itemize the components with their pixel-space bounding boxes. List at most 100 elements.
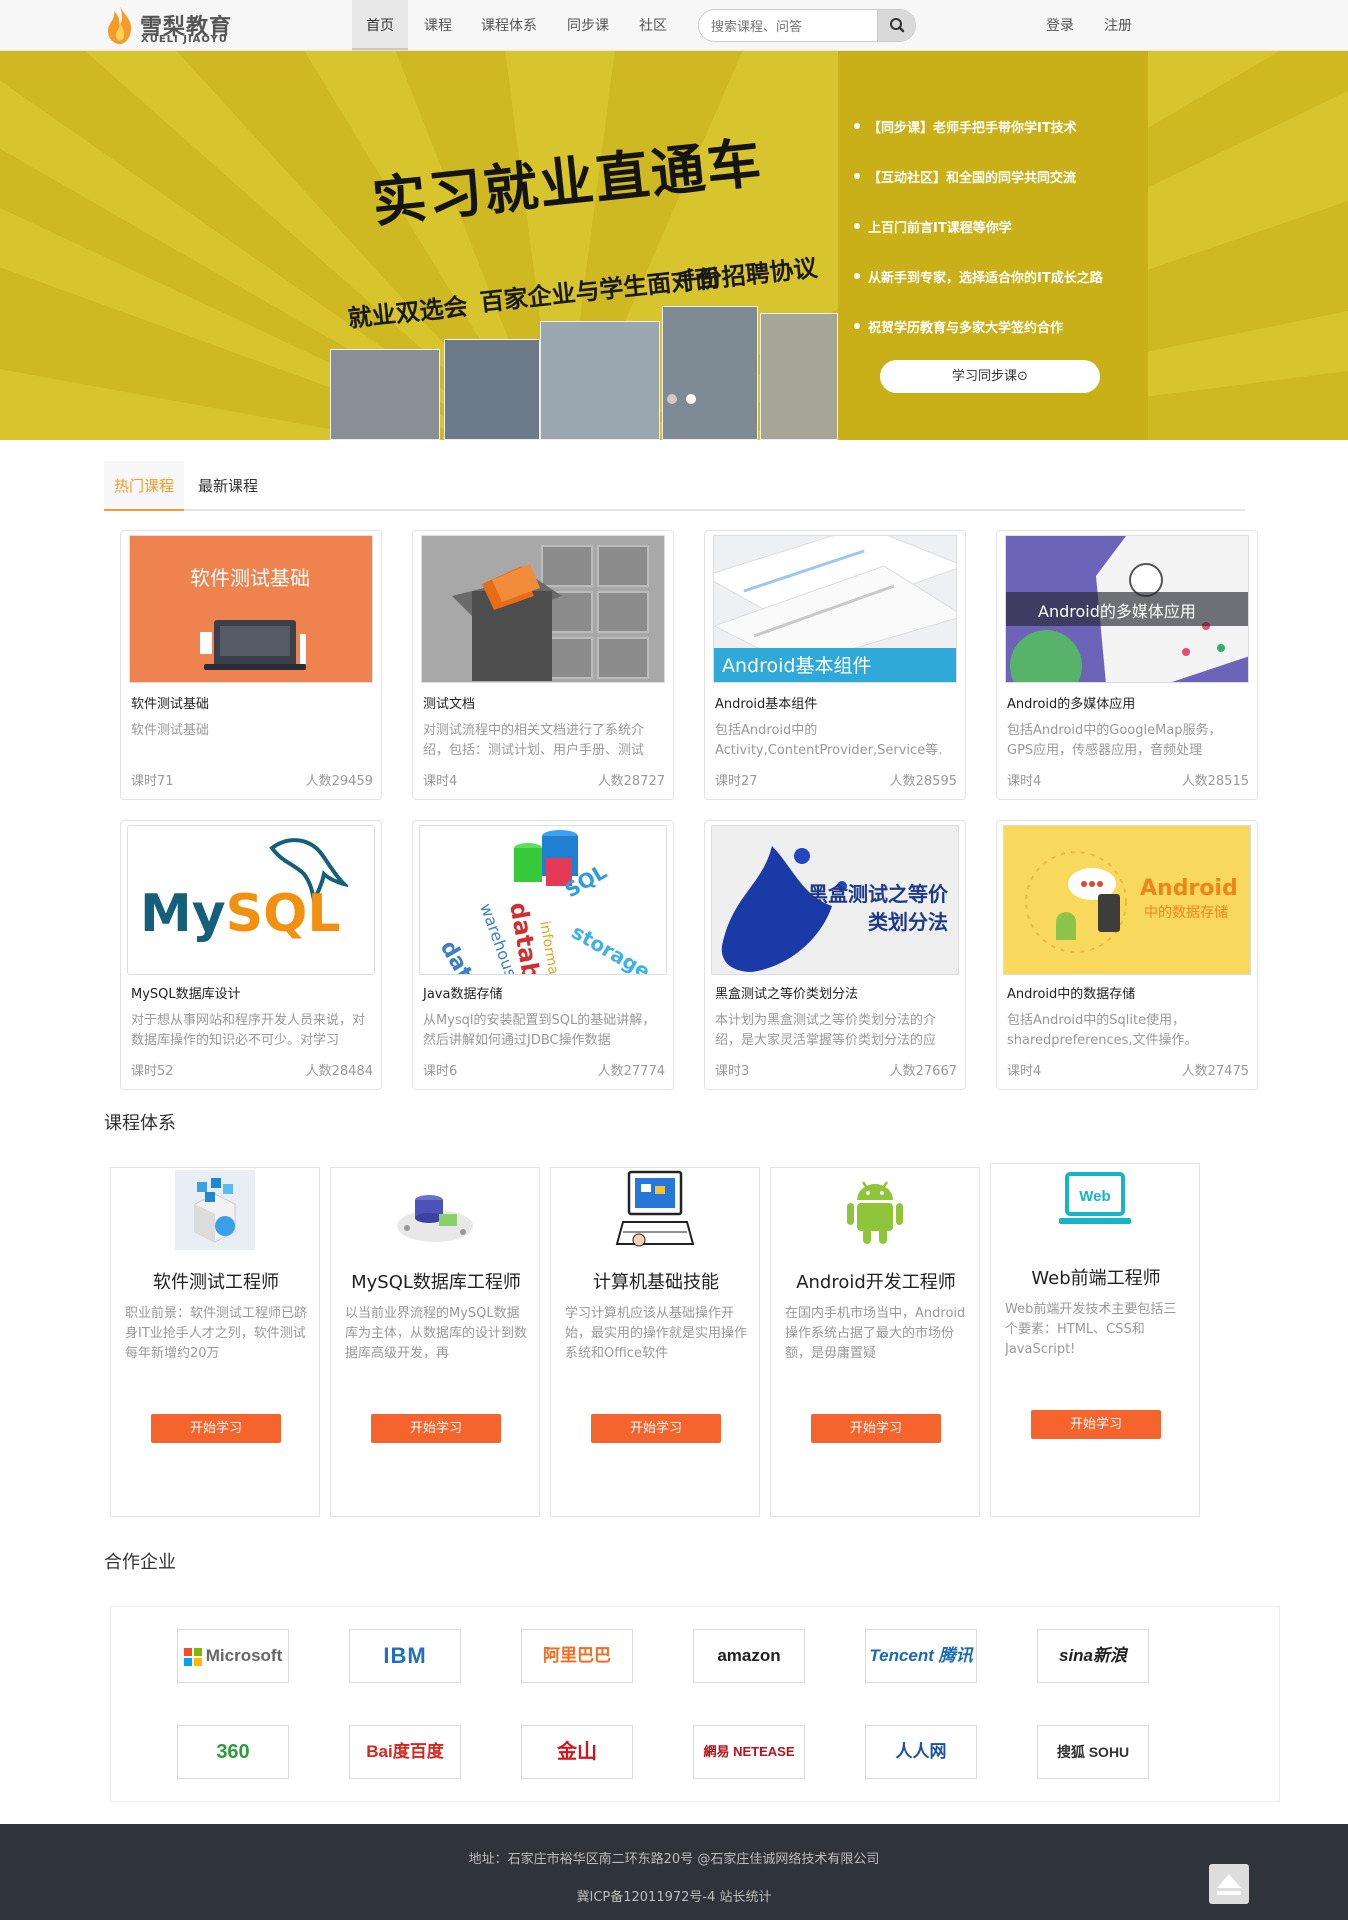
- promo-item: 【同步课】老师手把手带你学IT技术: [854, 117, 1077, 136]
- database-wordcloud-image: data database SQL warehouse storage info…: [420, 826, 666, 974]
- thumbnail-caption: Android: [1140, 876, 1238, 901]
- course-hours: 课时4: [423, 774, 458, 789]
- banner-photo: [760, 313, 838, 440]
- course-thumbnail: [421, 535, 665, 683]
- partner-microsoft[interactable]: Microsoft: [177, 1629, 289, 1683]
- learn-sync-course-button[interactable]: 学习同步课⊙: [880, 360, 1100, 393]
- footer-icp[interactable]: 冀ICP备12011972号-4 站长统计: [0, 1886, 1348, 1905]
- partner-sina[interactable]: sina新浪: [1037, 1629, 1149, 1683]
- course-card[interactable]: 软件测试基础 软件测试基础 软件测试基础 课时71 人数29459: [120, 530, 382, 800]
- banner-promo-panel: 【同步课】老师手把手带你学IT技术 【互动社区】和全国的同学共同交流 上百门前言…: [838, 51, 1148, 440]
- partner-360[interactable]: 360: [177, 1725, 289, 1779]
- nav-community[interactable]: 社区: [628, 0, 678, 50]
- path-name: 软件测试工程师: [153, 1272, 279, 1293]
- back-to-top-button[interactable]: [1209, 1864, 1249, 1904]
- start-learning-button[interactable]: 开始学习: [371, 1414, 501, 1443]
- nav-home[interactable]: 首页: [352, 0, 408, 50]
- course-card[interactable]: 测试文档 对测试流程中的相关文档进行了系统介绍，包括：测试计划、用户手册、测试 …: [412, 530, 674, 800]
- partner-ibm[interactable]: IBM: [349, 1629, 461, 1683]
- search-button[interactable]: [877, 10, 915, 41]
- hero-banner[interactable]: 实习就业直通车 就业双选会 百家企业与学生面对面 千份招聘协议 【同步课】老师手…: [0, 51, 1348, 440]
- promo-item: 从新手到专家，选择适合你的IT成长之路: [854, 267, 1103, 286]
- partner-logos: Microsoft IBM 阿里巴巴 amazon Tencent 腾讯 sin…: [110, 1606, 1280, 1802]
- carousel-dot-active[interactable]: [686, 394, 696, 404]
- course-thumbnail: 软件测试基础: [129, 535, 373, 683]
- course-title[interactable]: MySQL数据库设计: [131, 983, 241, 1002]
- nav-courses[interactable]: 课程: [414, 0, 462, 50]
- thumbnail-caption: MySQL: [140, 884, 341, 944]
- learning-path-card[interactable]: Android开发工程师 在国内手机市场当中，Android操作系统占据了最大的…: [770, 1167, 980, 1517]
- course-thumbnail: Android 中的数据存储: [1003, 825, 1251, 975]
- course-hours: 课时27: [715, 774, 758, 789]
- learning-path-card[interactable]: Web Web前端工程师 Web前端开发技术主要包括三个要素：HTML、CSS和…: [990, 1163, 1200, 1517]
- course-students: 人数27667: [889, 1064, 957, 1079]
- course-title[interactable]: Android的多媒体应用: [1007, 693, 1135, 712]
- section-title-partners: 合作企业: [104, 1552, 176, 1573]
- course-thumbnail: Android基本组件: [713, 535, 957, 683]
- course-students: 人数27774: [597, 1064, 665, 1079]
- course-thumbnail: Android的多媒体应用: [1005, 535, 1249, 683]
- course-title[interactable]: 黑盒测试之等价类划分法: [715, 983, 858, 1002]
- course-title[interactable]: Android基本组件: [715, 693, 817, 712]
- learning-path-card[interactable]: 软件测试工程师 职业前景：软件测试工程师已跻身IT业抢手人才之列，软件测试每年新…: [110, 1167, 320, 1517]
- course-title[interactable]: 测试文档: [423, 693, 475, 712]
- course-title[interactable]: Android中的数据存储: [1007, 983, 1135, 1002]
- nav-course-system[interactable]: 课程体系: [474, 0, 544, 50]
- site-logo[interactable]: 雪梨教育 XUELI JIAOYU: [104, 5, 244, 45]
- partner-kingsoft[interactable]: 金山: [521, 1725, 633, 1779]
- partner-name: Microsoft: [205, 1646, 283, 1665]
- start-learning-button[interactable]: 开始学习: [151, 1414, 281, 1443]
- start-learning-button[interactable]: 开始学习: [811, 1414, 941, 1443]
- course-hours: 课时52: [131, 1064, 174, 1079]
- login-link[interactable]: 登录: [1040, 0, 1080, 50]
- course-students: 人数28515: [1181, 774, 1249, 789]
- nav-sync-course[interactable]: 同步课: [560, 0, 616, 50]
- database-network-icon: [397, 1195, 473, 1242]
- course-hours: 课时6: [423, 1064, 458, 1079]
- course-students: 人数28484: [305, 1064, 373, 1079]
- search-icon: [890, 18, 905, 33]
- partner-baidu[interactable]: Bai度百度: [349, 1725, 461, 1779]
- partner-amazon[interactable]: amazon: [693, 1629, 805, 1683]
- course-description: 对于想从事网站和程序开发人员来说，对数据库操作的知识必不可少。对学习: [131, 1013, 366, 1048]
- search-input[interactable]: [711, 17, 871, 35]
- course-tabs: 热门课程 最新课程: [104, 461, 1245, 511]
- partner-renren[interactable]: 人人网: [865, 1725, 977, 1779]
- course-thumbnail: 黑盒测试之等价类划分法: [711, 825, 959, 975]
- tab-hot-courses[interactable]: 热门课程: [104, 461, 184, 511]
- start-learning-button[interactable]: 开始学习: [1031, 1410, 1161, 1439]
- course-card[interactable]: 黑盒测试之等价类划分法 黑盒测试之等价类划分法 本计划为黑盒测试之等价类划分法的…: [704, 820, 966, 1090]
- computer-typing-icon: [615, 1170, 695, 1247]
- course-description: 软件测试基础: [131, 723, 210, 738]
- course-card[interactable]: MySQL MySQL数据库设计 对于想从事网站和程序开发人员来说，对数据库操作…: [120, 820, 382, 1090]
- course-card[interactable]: Android 中的数据存储 Android中的数据存储 包括Android中的…: [996, 820, 1258, 1090]
- path-name: MySQL数据库工程师: [351, 1272, 521, 1293]
- web-laptop-icon: Web: [1059, 1172, 1131, 1224]
- course-card[interactable]: Android的多媒体应用 Android的多媒体应用 包括Android中的G…: [996, 530, 1258, 800]
- course-description: 从Mysql的安装配置到SQL的基础讲解，然后讲解如何通过JDBC操作数据: [423, 1013, 656, 1048]
- course-card[interactable]: data database SQL warehouse storage info…: [412, 820, 674, 1090]
- cube-share-icon: [175, 1170, 255, 1250]
- partner-tencent[interactable]: Tencent 腾讯: [865, 1629, 977, 1683]
- start-learning-button[interactable]: 开始学习: [591, 1414, 721, 1443]
- course-description: 包括Android中的Sqlite使用，sharedpreferences,文件…: [1007, 1013, 1198, 1048]
- arrow-up-icon: [1217, 1874, 1241, 1895]
- partner-sohu[interactable]: 搜狐 SOHU: [1037, 1725, 1149, 1779]
- microsoft-logo-icon: [183, 1647, 202, 1666]
- carousel-dot[interactable]: [667, 394, 677, 404]
- course-students: 人数27475: [1181, 1064, 1249, 1079]
- partner-netease[interactable]: 網易 NETEASE: [693, 1725, 805, 1779]
- course-students: 人数28595: [889, 774, 957, 789]
- course-students: 人数29459: [305, 774, 373, 789]
- course-title[interactable]: Java数据存储: [423, 983, 502, 1002]
- partner-alibaba[interactable]: 阿里巴巴: [521, 1629, 633, 1683]
- footer-address: 地址：石家庄市裕华区南二环东路20号 @石家庄佳诚网络技术有限公司: [468, 1852, 880, 1867]
- learning-path-card[interactable]: 计算机基础技能 学习计算机应该从基础操作开始，最实用的操作就是实用操作系统和Of…: [550, 1167, 760, 1517]
- path-description: 职业前景：软件测试工程师已跻身IT业抢手人才之列，软件测试每年新增约20万: [125, 1306, 308, 1361]
- course-title[interactable]: 软件测试基础: [131, 693, 209, 712]
- course-card[interactable]: Android基本组件 Android基本组件 包括Android中的Activ…: [704, 530, 966, 800]
- tab-latest-courses[interactable]: 最新课程: [188, 461, 268, 511]
- learning-path-card[interactable]: MySQL数据库工程师 以当前业界流程的MySQL数据库为主体，从数据库的设计到…: [330, 1167, 540, 1517]
- register-link[interactable]: 注册: [1098, 0, 1138, 50]
- logo-english-text: XUELI JIAOYU: [141, 34, 228, 45]
